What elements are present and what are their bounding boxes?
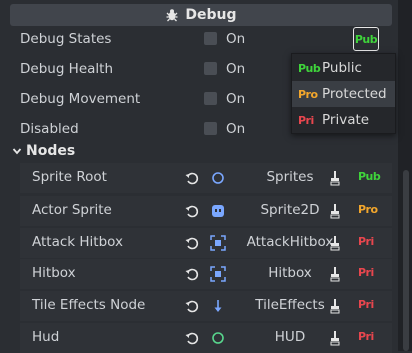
access-dropdown-button[interactable]: Pub	[353, 27, 379, 51]
section-title: Debug	[185, 7, 237, 23]
public-badge[interactable]: Pub	[358, 170, 381, 183]
checkbox[interactable]	[204, 92, 217, 105]
sprite-icon	[212, 205, 224, 217]
nodes-section-header[interactable]: Nodes	[12, 143, 75, 159]
revert-icon[interactable]	[184, 330, 200, 346]
green-circle-icon	[212, 332, 224, 344]
checkbox[interactable]	[204, 62, 217, 75]
node-label: Hitbox	[32, 265, 76, 281]
node-row-hud: Hud HUD Pri	[20, 323, 392, 353]
node-label: Tile Effects Node	[32, 297, 146, 313]
property-label: Debug Health	[20, 61, 114, 77]
clear-icon[interactable]	[328, 235, 342, 251]
bug-icon	[166, 9, 178, 22]
public-badge: Pub	[354, 32, 378, 46]
menu-item-public[interactable]: Pub Public	[292, 55, 395, 81]
node-row-hitbox: Hitbox Hitbox Pri	[20, 259, 392, 289]
area-icon	[210, 235, 226, 251]
node-label: Actor Sprite	[32, 202, 112, 218]
node-row-tile-effects-node: Tile Effects Node TileEffects Pri	[20, 291, 392, 321]
menu-item-protected[interactable]: Pro Protected	[292, 81, 395, 107]
section-title: Nodes	[26, 143, 76, 159]
node-row-attack-hitbox: Attack Hitbox AttackHitbox Pri	[20, 228, 392, 258]
node-row-sprite-root: Sprite Root Sprites Pub	[20, 163, 392, 193]
private-badge[interactable]: Pri	[358, 330, 374, 343]
node-label: Hud	[32, 329, 60, 345]
clear-icon[interactable]	[328, 170, 342, 186]
private-badge[interactable]: Pri	[358, 298, 374, 311]
private-badge[interactable]: Pri	[358, 266, 374, 279]
private-badge: Pri	[298, 113, 314, 127]
clear-icon[interactable]	[328, 266, 342, 282]
chevron-down-icon	[12, 148, 22, 155]
revert-icon[interactable]	[184, 203, 200, 219]
checkbox-label: On	[226, 91, 246, 107]
down-arrow-icon	[214, 300, 222, 312]
inspector-scroll-area	[398, 0, 412, 351]
node-row-actor-sprite: Actor Sprite Sprite2D Pro	[20, 196, 392, 226]
private-badge[interactable]: Pri	[358, 235, 374, 248]
property-label: Debug States	[20, 31, 112, 47]
property-label: Disabled	[20, 121, 79, 137]
menu-item-label: Public	[322, 60, 362, 76]
scrollbar[interactable]	[403, 170, 409, 351]
area-icon	[210, 266, 226, 282]
checkbox-label: On	[226, 61, 246, 77]
revert-icon[interactable]	[184, 298, 200, 314]
property-label: Debug Movement	[20, 91, 141, 107]
checkbox-label: On	[226, 121, 246, 137]
checkbox[interactable]	[204, 32, 217, 45]
node-label: Sprite Root	[32, 169, 107, 185]
menu-item-label: Protected	[322, 86, 387, 102]
clear-icon[interactable]	[328, 203, 342, 219]
protected-badge: Pro	[298, 87, 318, 101]
node-label: Attack Hitbox	[32, 234, 123, 250]
revert-icon[interactable]	[184, 235, 200, 251]
property-row-debug-states: Debug States On Pub	[10, 25, 392, 53]
revert-icon[interactable]	[184, 170, 200, 186]
clear-icon[interactable]	[328, 298, 342, 314]
circle-icon	[212, 172, 224, 184]
section-header-debug[interactable]: Debug	[10, 4, 392, 26]
protected-badge[interactable]: Pro	[358, 203, 378, 216]
public-badge: Pub	[298, 61, 321, 75]
access-dropdown-menu: Pub Public Pro Protected Pri Private	[291, 53, 396, 134]
revert-icon[interactable]	[184, 266, 200, 282]
checkbox-label: On	[226, 31, 246, 47]
checkbox[interactable]	[204, 122, 217, 135]
menu-item-private[interactable]: Pri Private	[292, 107, 395, 133]
clear-icon[interactable]	[328, 330, 342, 346]
menu-item-label: Private	[322, 112, 370, 128]
